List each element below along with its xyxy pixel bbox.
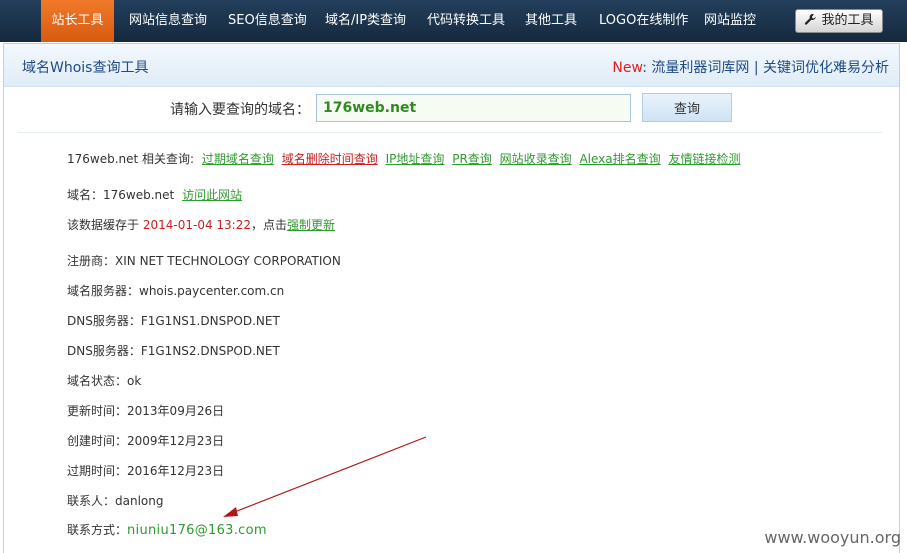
- related-queries-row: 176web.net 相关查询: 过期域名查询 域名删除时间查询 IP地址查询 …: [67, 150, 740, 167]
- record-contact-person: 联系人：danlong: [67, 492, 164, 509]
- search-label: 请输入要查询的域名：: [170, 102, 310, 118]
- record-updated: 更新时间：2013年09月26日: [67, 402, 224, 419]
- record-label: 创建时间：: [67, 434, 128, 448]
- top-nav: 站长工具 网站信息查询 SEO信息查询 域名/IP类查询 代码转换工具 其他工具…: [0, 0, 907, 42]
- record-status: 域名状态：ok: [67, 372, 141, 389]
- search-button[interactable]: 查询: [642, 93, 732, 122]
- record-dns-2: DNS服务器：F1G1NS2.DNSPOD.NET: [67, 342, 280, 359]
- promo-link-keyword-difficulty[interactable]: 关键词优化难易分析: [763, 60, 889, 76]
- visit-site-link[interactable]: 访问此网站: [182, 188, 242, 202]
- record-expires: 过期时间：2016年12月23日: [67, 462, 224, 479]
- cache-prefix: 该数据缓存于: [67, 218, 140, 232]
- related-link-expired-domain[interactable]: 过期域名查询: [202, 152, 274, 166]
- record-value: F1G1NS2.DNSPOD.NET: [140, 344, 280, 358]
- record-value: danlong: [115, 494, 164, 508]
- promo-links: New: 流量利器词库网 | 关键词优化难易分析: [612, 57, 889, 77]
- contact-email: niuniu176@163.com: [127, 523, 267, 538]
- force-update-link[interactable]: 强制更新: [287, 218, 335, 232]
- related-link-pr[interactable]: PR查询: [452, 152, 492, 166]
- record-value: 2009年12月23日: [127, 434, 225, 448]
- record-value: 2013年09月26日: [127, 404, 225, 418]
- cache-mid: ，点击: [250, 218, 287, 232]
- record-label: 域名服务器：: [67, 284, 140, 298]
- my-tools-label: 我的工具: [821, 13, 874, 28]
- promo-separator: |: [753, 60, 759, 76]
- cache-time: 2014-01-04 13:22: [142, 218, 251, 232]
- record-label: 域名状态：: [67, 374, 128, 388]
- record-label: 过期时间：: [67, 464, 128, 478]
- record-label: 联系人：: [67, 494, 116, 508]
- wrench-icon: [805, 13, 817, 25]
- promo-colon: :: [642, 60, 647, 76]
- record-label: 联系方式：: [67, 523, 128, 537]
- cache-row: 该数据缓存于 2014-01-04 13:22，点击强制更新: [67, 216, 335, 233]
- related-prefix: 176web.net 相关查询:: [67, 152, 195, 166]
- related-link-ip-lookup[interactable]: IP地址查询: [386, 152, 445, 166]
- nav-item-site-info[interactable]: 网站信息查询: [129, 0, 207, 42]
- record-whois-server: 域名服务器：whois.paycenter.com.cn: [67, 282, 284, 299]
- record-value: whois.paycenter.com.cn: [139, 284, 285, 298]
- domain-search-input[interactable]: [316, 94, 631, 122]
- record-created: 创建时间：2009年12月23日: [67, 432, 224, 449]
- related-link-delete-time[interactable]: 域名删除时间查询: [282, 152, 378, 166]
- promo-link-keyword-library[interactable]: 流量利器词库网: [651, 60, 749, 76]
- divider: [18, 132, 882, 133]
- record-value: XIN NET TECHNOLOGY CORPORATION: [115, 254, 341, 268]
- my-tools-button[interactable]: 我的工具: [795, 9, 883, 33]
- record-label: DNS服务器：: [67, 314, 141, 328]
- nav-item-site-monitor[interactable]: 网站监控: [704, 0, 756, 42]
- record-dns-1: DNS服务器：F1G1NS1.DNSPOD.NET: [67, 312, 280, 329]
- nav-item-code-convert[interactable]: 代码转换工具: [427, 0, 505, 42]
- record-value: F1G1NS1.DNSPOD.NET: [140, 314, 280, 328]
- nav-item-logo-maker[interactable]: LOGO在线制作: [599, 0, 688, 42]
- nav-item-seo-info[interactable]: SEO信息查询: [228, 0, 307, 42]
- record-label: 注册商：: [67, 254, 116, 268]
- record-registrar: 注册商：XIN NET TECHNOLOGY CORPORATION: [67, 252, 341, 269]
- record-value: 2016年12月23日: [127, 464, 225, 478]
- related-link-friend-links[interactable]: 友情链接检测: [668, 152, 740, 166]
- record-label: DNS服务器：: [67, 344, 141, 358]
- related-link-alexa[interactable]: Alexa排名查询: [579, 152, 660, 166]
- record-label: 更新时间：: [67, 404, 128, 418]
- nav-item-webmaster-tools[interactable]: 站长工具: [41, 0, 114, 42]
- new-badge: New: [612, 60, 643, 76]
- nav-item-domain-ip[interactable]: 域名/IP类查询: [325, 0, 406, 42]
- watermark: www.wooyun.org: [764, 528, 901, 547]
- nav-item-other-tools[interactable]: 其他工具: [525, 0, 577, 42]
- record-contact-email: 联系方式：niuniu176@163.com: [67, 521, 267, 538]
- domain-row: 域名：176web.net 访问此网站: [67, 186, 242, 203]
- related-link-index[interactable]: 网站收录查询: [500, 152, 572, 166]
- domain-label: 域名：176web.net: [67, 188, 175, 202]
- record-value: ok: [127, 374, 142, 388]
- page-title: 域名Whois查询工具: [22, 60, 149, 76]
